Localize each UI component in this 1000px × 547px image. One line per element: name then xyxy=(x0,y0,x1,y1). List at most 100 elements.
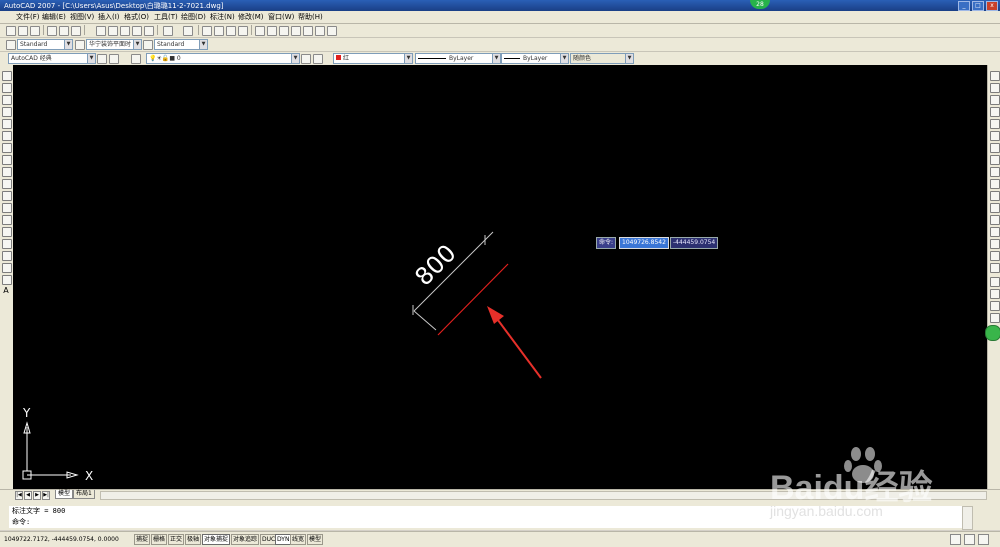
dim-style-select[interactable]: 华宁装饰平面时 ▼ xyxy=(86,39,142,50)
dynamic-input-x[interactable]: 1049726.8542 xyxy=(619,237,669,249)
open-icon[interactable] xyxy=(18,26,28,36)
copy-icon[interactable] xyxy=(108,26,118,36)
model-toggle[interactable]: 模型 xyxy=(307,534,324,545)
markup-icon[interactable] xyxy=(303,26,313,36)
zoom-previous-icon[interactable] xyxy=(238,26,248,36)
dyn-toggle[interactable]: DYN xyxy=(275,534,292,545)
tool-palettes-icon[interactable] xyxy=(279,26,289,36)
plotstyle-select[interactable]: 随颜色 ▼ xyxy=(570,53,634,64)
zoom-realtime-icon[interactable] xyxy=(214,26,224,36)
help-icon[interactable] xyxy=(327,26,337,36)
assistant-frog-icon[interactable] xyxy=(985,325,1000,341)
measured-line[interactable] xyxy=(437,263,509,336)
insert-block-icon[interactable] xyxy=(2,203,12,213)
workspace-select[interactable]: AutoCAD 经典 ▼ xyxy=(8,53,96,64)
point-icon[interactable] xyxy=(2,227,12,237)
fillet-icon[interactable] xyxy=(990,251,1000,261)
notification-badge[interactable]: 28 xyxy=(750,0,770,9)
explode-icon[interactable] xyxy=(990,263,1000,273)
menu-dimension[interactable]: 标注(N) xyxy=(210,12,235,22)
communication-center-icon[interactable] xyxy=(950,534,961,545)
spline-icon[interactable] xyxy=(2,167,12,177)
workspace-save-icon[interactable] xyxy=(109,54,119,64)
stretch-icon[interactable] xyxy=(990,167,1000,177)
join-icon[interactable] xyxy=(990,227,1000,237)
tray-settings-icon[interactable] xyxy=(964,534,975,545)
plot-icon[interactable] xyxy=(47,26,57,36)
extend-icon[interactable] xyxy=(990,191,1000,201)
menu-insert[interactable]: 插入(I) xyxy=(98,12,120,22)
layer-previous-icon[interactable] xyxy=(313,54,323,64)
save-icon[interactable] xyxy=(30,26,40,36)
menu-tools[interactable]: 工具(T) xyxy=(154,12,178,22)
lineweight-select[interactable]: ByLayer ▼ xyxy=(501,53,569,64)
plot-preview-icon[interactable] xyxy=(59,26,69,36)
polar-toggle[interactable]: 极轴 xyxy=(185,534,202,545)
last-tab-icon[interactable]: ▶| xyxy=(42,491,50,500)
workspace-settings-icon[interactable] xyxy=(97,54,107,64)
trim-icon[interactable] xyxy=(990,179,1000,189)
draw-order-icon[interactable] xyxy=(990,277,1000,287)
ellipse-arc-icon[interactable] xyxy=(2,191,12,201)
menu-help[interactable]: 帮助(H) xyxy=(298,12,323,22)
text-to-front-icon[interactable] xyxy=(990,313,1000,323)
circle-icon[interactable] xyxy=(2,143,12,153)
layer-manager-icon[interactable] xyxy=(131,54,141,64)
line-icon[interactable] xyxy=(2,71,12,81)
close-button[interactable]: x xyxy=(986,1,998,11)
minimize-button[interactable]: _ xyxy=(958,1,970,11)
gradient-icon[interactable] xyxy=(2,251,12,261)
copy-object-icon[interactable] xyxy=(990,83,1000,93)
menu-modify[interactable]: 修改(M) xyxy=(238,12,264,22)
array-icon[interactable] xyxy=(990,119,1000,129)
clean-screen-icon[interactable] xyxy=(978,534,989,545)
calculator-icon[interactable] xyxy=(315,26,325,36)
block-editor-icon[interactable] xyxy=(144,26,154,36)
dynamic-input-y[interactable]: -444459.0754 xyxy=(670,237,719,249)
undo-icon[interactable] xyxy=(163,26,173,36)
rotate-icon[interactable] xyxy=(990,143,1000,153)
table-icon[interactable] xyxy=(2,275,12,285)
pan-icon[interactable] xyxy=(202,26,212,36)
grid-toggle[interactable]: 栅格 xyxy=(151,534,168,545)
erase-icon[interactable] xyxy=(990,71,1000,81)
otrack-toggle[interactable]: 对象追踪 xyxy=(231,534,260,545)
construction-line-icon[interactable] xyxy=(2,83,12,93)
drawing-canvas[interactable]: 800 Y X 命令: 1049726.8542 -444459.0754 xyxy=(13,65,987,489)
menu-edit[interactable]: 编辑(E) xyxy=(42,12,66,22)
match-properties-icon[interactable] xyxy=(132,26,142,36)
paste-icon[interactable] xyxy=(120,26,130,36)
ortho-toggle[interactable]: 正交 xyxy=(168,534,185,545)
maximize-button[interactable]: □ xyxy=(972,1,984,11)
multiline-text-icon[interactable]: A xyxy=(2,287,10,295)
linetype-select[interactable]: ByLayer ▼ xyxy=(415,53,501,64)
dimension-text[interactable]: 800 xyxy=(409,239,461,291)
color-select[interactable]: 红 ▼ xyxy=(333,53,413,64)
move-icon[interactable] xyxy=(990,131,1000,141)
scale-icon[interactable] xyxy=(990,155,1000,165)
design-center-icon[interactable] xyxy=(267,26,277,36)
break-icon[interactable] xyxy=(990,215,1000,225)
lineweight-toggle[interactable]: 线宽 xyxy=(290,534,307,545)
table-style-icon[interactable] xyxy=(143,40,153,50)
next-tab-icon[interactable]: ▶ xyxy=(33,491,41,500)
offset-icon[interactable] xyxy=(990,107,1000,117)
draw-order-front-icon[interactable] xyxy=(990,289,1000,299)
publish-icon[interactable] xyxy=(71,26,81,36)
polygon-icon[interactable] xyxy=(2,107,12,117)
sheet-set-icon[interactable] xyxy=(291,26,301,36)
horizontal-scrollbar[interactable] xyxy=(100,491,987,500)
zoom-window-icon[interactable] xyxy=(226,26,236,36)
first-tab-icon[interactable]: |◀ xyxy=(15,491,23,500)
text-style-select[interactable]: Standard ▼ xyxy=(17,39,73,50)
text-style-icon[interactable] xyxy=(6,40,16,50)
table-style-select[interactable]: Standard ▼ xyxy=(154,39,208,50)
region-icon[interactable] xyxy=(2,263,12,273)
menu-draw[interactable]: 绘图(D) xyxy=(181,12,206,22)
new-icon[interactable] xyxy=(6,26,16,36)
properties-icon[interactable] xyxy=(255,26,265,36)
cut-icon[interactable] xyxy=(96,26,106,36)
menu-format[interactable]: 格式(O) xyxy=(124,12,149,22)
menu-window[interactable]: 窗口(W) xyxy=(268,12,294,22)
layer-select[interactable]: 💡☀🔓■ 0 ▼ xyxy=(146,53,300,64)
